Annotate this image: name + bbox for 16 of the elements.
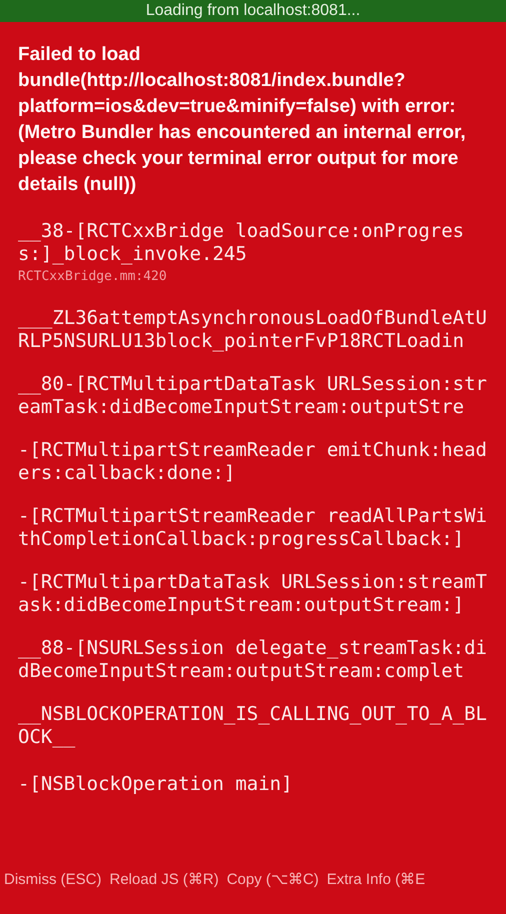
stack-frame-method[interactable]: ___ZL36attemptAsynchronousLoadOfBundleAtURLP5NSURLU13block_pointerFvP18RCTLoadin — [18, 307, 490, 353]
stack-frame-method[interactable]: __NSBLOCKOPERATION_IS_CALLING_OUT_TO_A_BLOCK__ — [18, 703, 490, 749]
stack-frame-method[interactable]: __88-[NSURLSession delegate_streamTask:didBecomeInputStream:outputStream:complet — [18, 637, 490, 683]
footer-button[interactable]: Dismiss (ESC) — [4, 870, 102, 890]
stack-frame-method[interactable]: -[RCTMultipartStreamReader readAllPartsWithCompletionCallback:progressCallback:] — [18, 505, 490, 551]
footer-button[interactable]: Extra Info (⌘E — [326, 870, 426, 890]
stack-frame-method[interactable]: -[RCTMultipartStreamReader emitChunk:headers:callback:done:] — [18, 439, 490, 485]
stack-frame-method[interactable]: __38-[RCTCxxBridge loadSource:onProgress:]_block_invoke.245 — [18, 220, 490, 266]
footer-button[interactable]: Reload JS (⌘R) — [110, 870, 219, 890]
loading-banner: Loading from localhost:8081... — [0, 0, 506, 22]
stack-frame-file: RCTCxxBridge.mm:420 — [18, 268, 168, 286]
error-message: Failed to load bundle(http://localhost:8081/index.bundle?platform=ios&dev=true&minify=false) with error:(Metro Bundler has encountered an internal error, please check your terminal error output for more details (null)) — [18, 43, 467, 197]
footer-button[interactable]: Copy (⌥⌘C) — [226, 870, 319, 890]
stack-frame-method[interactable]: -[NSBlockOperation main] — [18, 773, 490, 796]
stack-frame-method[interactable]: __80-[RCTMultipartDataTask URLSession:streamTask:didBecomeInputStream:outputStre — [18, 373, 490, 419]
stack-frame-method[interactable]: -[RCTMultipartDataTask URLSession:streamTask:didBecomeInputStream:outputStream:] — [18, 571, 490, 617]
